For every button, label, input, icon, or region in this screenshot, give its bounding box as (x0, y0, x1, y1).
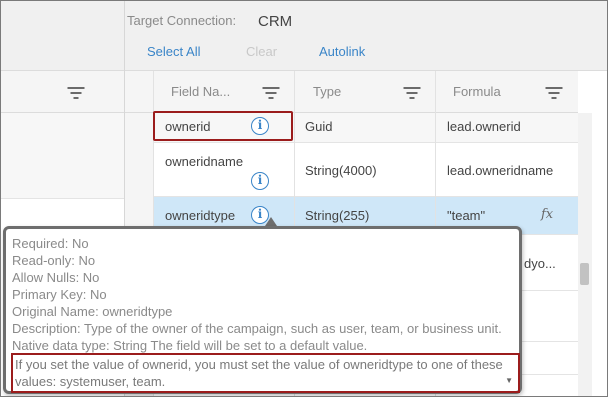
filter-icon[interactable] (67, 87, 84, 99)
fx-icon[interactable]: fx (541, 207, 553, 222)
formula-cell[interactable]: dyo... (524, 256, 556, 271)
type-cell: String(255) (305, 208, 370, 223)
target-connection-label: Target Connection: (127, 13, 237, 28)
tooltip-description: Description: Type of the owner of the ca… (12, 321, 502, 353)
tooltip-allow-nulls: Allow Nulls: No (12, 270, 100, 285)
autolink-button[interactable]: Autolink (319, 44, 365, 59)
tooltip-warning: If you set the value of ownerid, you mus… (11, 353, 520, 393)
clear-button: Clear (246, 44, 278, 59)
chevron-down-icon[interactable]: ▼ (505, 376, 513, 385)
source-toolbar (1, 1, 124, 71)
target-connection-value[interactable]: CRM (258, 13, 308, 30)
highlight-box (153, 111, 293, 141)
source-grid-header (1, 71, 124, 113)
mapping-editor: Target Connection: CRM Select All Clear … (0, 0, 608, 397)
formula-cell[interactable]: lead.ownerid (447, 119, 521, 134)
select-all-button[interactable]: Select All (147, 44, 200, 59)
info-icon[interactable]: i (251, 172, 269, 190)
tooltip-pointer (265, 217, 277, 226)
target-toolbar (125, 1, 607, 71)
column-header-formula[interactable]: Formula (441, 71, 501, 113)
formula-cell[interactable]: lead.owneridname (447, 163, 553, 178)
field-info-tooltip: Required: No Read-only: No Allow Nulls: … (3, 226, 522, 394)
field-name-cell: owneridname (165, 154, 244, 169)
filter-icon[interactable] (545, 87, 562, 99)
column-header-field-name[interactable]: Field Na... (159, 71, 230, 113)
filter-icon[interactable] (262, 87, 279, 99)
filter-icon[interactable] (403, 87, 420, 99)
grid-scrollbar[interactable] (578, 113, 592, 396)
source-row[interactable] (1, 113, 124, 199)
tooltip-read-only: Read-only: No (12, 253, 96, 268)
tooltip-original-name: Original Name: owneridtype (12, 304, 173, 319)
tooltip-required: Required: No (12, 236, 89, 251)
field-name-cell: owneridtype (165, 208, 236, 223)
column-header-type[interactable]: Type (301, 71, 341, 113)
type-cell: String(4000) (305, 163, 377, 178)
tooltip-primary-key: Primary Key: No (12, 287, 107, 302)
type-cell: Guid (305, 119, 333, 134)
formula-cell[interactable]: "team" (447, 208, 485, 223)
scrollbar-thumb[interactable] (580, 263, 589, 285)
